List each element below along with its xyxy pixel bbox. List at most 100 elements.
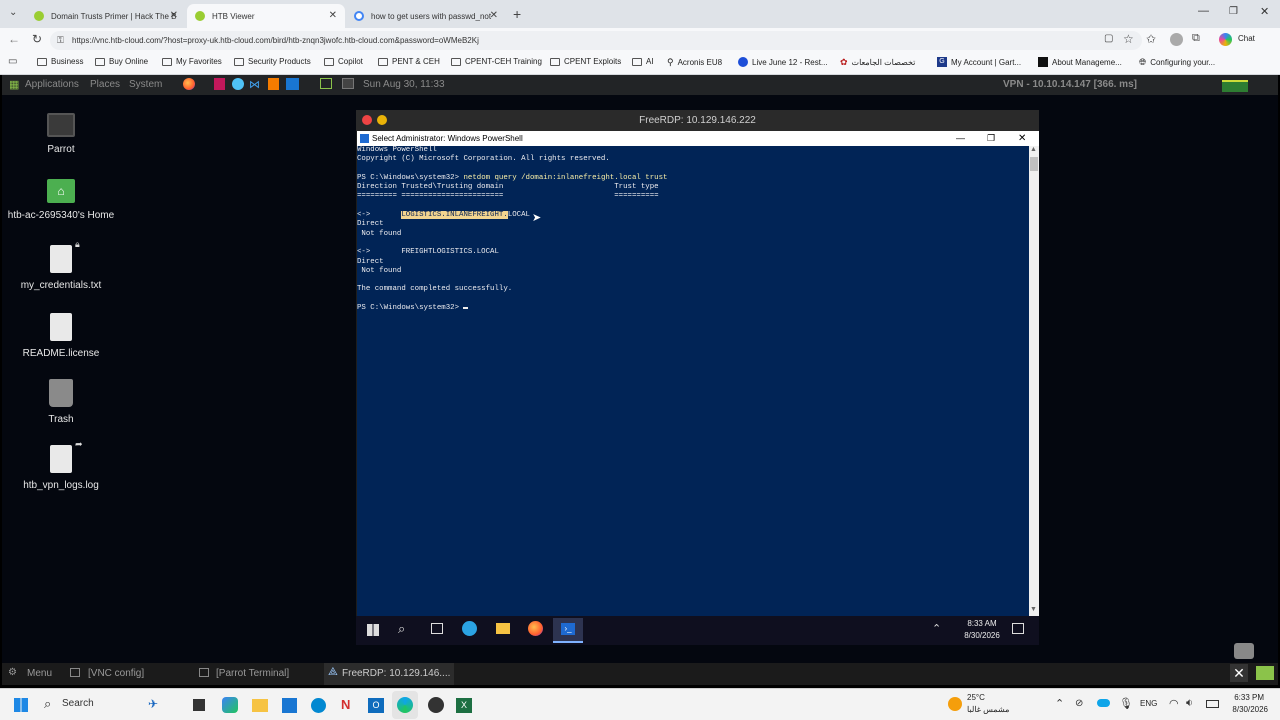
store-icon[interactable] [282,698,297,713]
bookmark-folder-my-favorites[interactable]: My Favorites [162,57,222,66]
bookmark-gartner[interactable]: G My Account | Gart... [937,57,1021,67]
apps-grid-icon[interactable]: ▦ [9,78,19,91]
selected-domain-text[interactable]: LOGISTICS.INLANEFREIGHT. [401,211,508,220]
tab-google-search[interactable]: how to get users with passwd_not ✕ [346,4,506,28]
show-hidden-icons-icon[interactable]: ⌃ [932,622,941,635]
app-launcher-icon[interactable] [342,78,354,89]
task-view-icon[interactable] [431,623,443,634]
taskbar-item-parrot-terminal[interactable]: [Parrot Terminal] [216,668,289,679]
windows-start-icon[interactable] [367,624,379,636]
avatar[interactable] [1170,33,1183,46]
vscode-launcher-icon[interactable]: ⋈ [249,78,260,91]
new-tab-button[interactable]: + [513,6,521,22]
bookmark-folder-security-products[interactable]: Security Products [234,57,311,66]
volume-icon[interactable]: 🔉︎ [1186,697,1193,710]
minimize-window-icon[interactable] [377,115,387,125]
terminal-launcher-icon[interactable] [320,78,332,89]
desktop-icon-home[interactable]: ⌂ htb-ac-2695340's Home [6,179,116,222]
file-explorer-icon[interactable] [496,623,510,634]
weather-text[interactable]: مشمس غالبا [967,705,1009,714]
close-window-icon[interactable] [362,115,372,125]
tray-app-icon[interactable]: ⊘ [1075,698,1083,709]
app-icon[interactable] [222,697,238,713]
close-viewer-icon[interactable]: ✕ [1230,664,1248,682]
powershell-taskbar-button[interactable]: ›_ [553,618,583,643]
url-field[interactable]: ⚿ https://vnc.htb-cloud.com/?host=proxy-… [50,31,1142,50]
menu-places[interactable]: Places [90,79,120,90]
tab-list-chevron-icon[interactable]: ⌄ [9,7,17,18]
workspace-indicator[interactable] [1256,666,1274,680]
host-clock-date[interactable]: 8/30/2026 [1222,705,1268,714]
bookmark-folder-copilot[interactable]: Copilot [324,57,363,66]
app-icon[interactable] [428,697,444,713]
favorites-icon[interactable]: ✩ [1146,32,1156,46]
console-scrollbar[interactable]: ▲ ▼ [1029,146,1039,616]
copilot-icon[interactable] [1219,33,1232,46]
bookmark-about-management[interactable]: About Manageme... [1038,57,1122,67]
pdf-icon[interactable]: N [341,697,350,712]
scroll-thumb[interactable] [1030,157,1038,171]
language-indicator[interactable]: ENG [1140,699,1157,708]
edge-icon[interactable] [462,621,477,636]
onedrive-icon[interactable] [1097,699,1110,707]
bookmark-live-june[interactable]: Live June 12 - Rest... [738,57,828,67]
bookmark-folder-ai[interactable]: AI [632,57,654,66]
sidebar-toggle-icon[interactable]: ▭ [8,56,17,67]
minimize-window-icon[interactable]: — [956,131,965,146]
weather-icon[interactable] [948,697,962,711]
weather-temp[interactable]: 25°C [967,693,985,702]
reload-icon[interactable]: ↻ [32,32,42,46]
app-launcher-icon[interactable] [268,78,279,90]
powershell-console[interactable]: Windows PowerShell Copyright (C) Microso… [357,146,1029,616]
remote-clock-time[interactable]: 8:33 AM [966,619,998,628]
restore-window-icon[interactable]: ❐ [1229,6,1238,17]
chat-button[interactable]: Chat [1238,34,1255,43]
viewer-toggle-button[interactable] [1234,643,1254,659]
app-icon[interactable] [311,698,326,713]
search-icon[interactable]: ⌕ [398,621,405,637]
bookmark-configuring[interactable]: 🌐︎ Configuring your... [1139,57,1215,68]
vpn-status[interactable]: VPN - 10.10.14.147 [366. ms] [1003,79,1137,90]
close-window-icon[interactable]: ✕ [1260,5,1269,18]
notifications-icon[interactable] [1012,623,1024,634]
scroll-up-icon[interactable]: ▲ [1030,146,1037,153]
bookmark-folder-pent-ceh[interactable]: PENT & CEH [378,57,440,66]
taskbar-search[interactable]: ⌕ Search ✈ [38,693,178,717]
collections-icon[interactable]: ⧉ [1192,32,1200,45]
panel-menu-button[interactable]: Menu [27,668,52,679]
bookmark-folder-buy-online[interactable]: Buy Online [95,57,148,66]
app-launcher-icon[interactable] [232,78,244,90]
bookmark-folder-cpent-ceh-training[interactable]: CPENT-CEH Training [451,57,542,66]
taskbar-item-vnc-config[interactable]: [VNC config] [88,668,144,679]
desktop-icon-trash[interactable]: Trash [6,379,116,426]
favorite-star-icon[interactable]: ☆ [1123,32,1134,46]
tab-domain-trusts[interactable]: Domain Trusts Primer | Hack The B ✕ [26,4,186,28]
app-launcher-icon[interactable] [214,78,225,90]
freerdp-titlebar[interactable]: FreeRDP: 10.129.146.222 [356,110,1039,131]
bookmark-acronis[interactable]: ⚲ Acronis EU8 [667,57,722,68]
excel-icon[interactable]: X [456,698,472,713]
close-tab-icon[interactable]: ✕ [170,10,178,21]
site-info-icon[interactable]: ⚿ [57,31,64,50]
app-launcher-icon[interactable] [286,78,299,90]
tab-htb-viewer[interactable]: HTB Viewer ✕ [187,4,345,28]
outlook-icon[interactable]: O [368,698,384,713]
windows-start-icon[interactable] [14,698,28,712]
panel-clock[interactable]: Sun Aug 30, 11:33 [363,79,445,90]
scroll-down-icon[interactable]: ▼ [1030,606,1037,613]
minimize-window-icon[interactable]: — [1198,5,1209,17]
wifi-icon[interactable]: ◠ [1169,697,1179,710]
back-icon[interactable]: ← [8,32,20,46]
desktop-icon-credentials[interactable]: 🔒︎ my_credentials.txt [6,239,116,292]
desktop-icon-vpn-log[interactable]: ➦ htb_vpn_logs.log [6,439,116,492]
edge-taskbar-button[interactable] [392,691,418,719]
task-view-icon[interactable] [193,699,205,711]
desktop-icon-readme[interactable]: README.license [6,313,116,360]
firefox-launcher-icon[interactable] [183,78,195,90]
menu-applications[interactable]: Applications [25,79,79,90]
microphone-icon[interactable]: 🎙︎ [1119,697,1133,710]
menu-system[interactable]: System [129,79,162,90]
taskbar-item-freerdp[interactable]: ⟁ FreeRDP: 10.129.146.... [324,663,454,685]
restore-window-icon[interactable]: ❐ [987,131,995,146]
file-explorer-icon[interactable] [252,699,268,712]
